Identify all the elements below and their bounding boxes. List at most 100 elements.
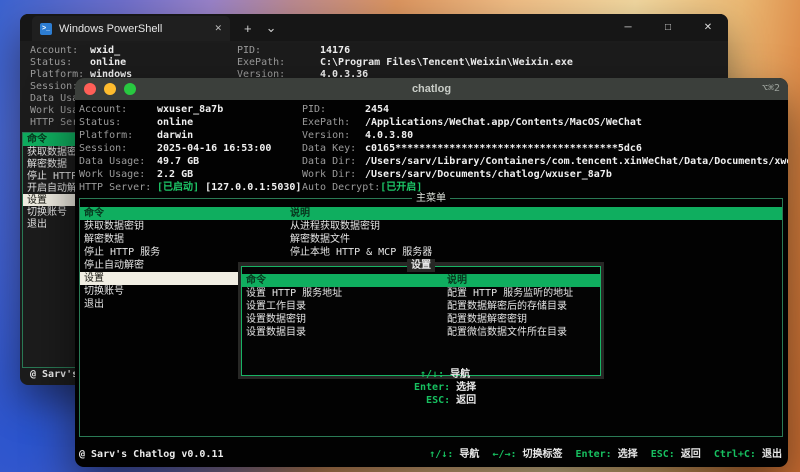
info-label: Data Key: [302,143,357,154]
info-row: Platform: darwin Version: 4.0.3.80 [79,129,788,142]
info-label: ExePath: [302,117,351,128]
keyboard-hints: ↑/↓: 导航 ←/→: 切换标签 Enter: 选择 ESC: 返回 Ctrl… [429,448,782,461]
hint-key: ←/→: [492,448,517,460]
info-label: PID: [302,104,327,115]
info-value: /Users/sarv/Documents/chatlog/wxuser_8a7… [365,169,612,180]
hint-label: 选择 [456,382,477,393]
traffic-lights [84,83,136,95]
close-button[interactable]: ✕ [688,14,728,41]
info-value: 2454 [365,104,390,115]
settings-dialog-title: 设置 [407,259,435,272]
info-value: darwin [157,130,194,141]
hint-key: ESC: [650,448,675,460]
info-label: Data Dir: [302,156,357,167]
info-label: Session: [79,143,128,154]
tab-title: Windows PowerShell [59,22,163,35]
menu-item-cmd: 获取数据密钥 [84,221,144,232]
info-row: Account: wxid_ PID: 14176 [30,44,728,56]
info-value: online [157,117,194,128]
chatlog-titlebar[interactable]: chatlog ⌥⌘2 [75,78,788,100]
dialog-item-desc: 配置数据解密后的存储目录 [447,301,567,312]
menu-item-cmd: 停止 HTTP 服务 [84,247,161,258]
info-label: Status: [30,57,73,68]
tab-shortcut-badge: ⌥⌘2 [761,83,780,94]
windows-terminal-titlebar: >_ Windows PowerShell ✕ + ⌄ ─ □ ✕ [20,14,728,41]
info-label: Work Dir: [302,169,357,180]
dialog-item-desc: 配置 HTTP 服务监听的地址 [447,288,574,299]
minimize-traffic-light[interactable] [104,83,116,95]
maximize-button[interactable]: □ [648,14,688,41]
dialog-item-selected[interactable]: 设置 HTTP 服务地址 配置 HTTP 服务监听的地址 [242,287,600,300]
hint-key: ESC: [426,395,451,406]
window-title: chatlog [411,83,452,95]
info-label: Version: [302,130,351,141]
hint-key: ↑/↓: [429,448,454,460]
info-label: Account: [79,104,128,115]
dialog-keyboard-hints: ↑/↓: 导航 Enter: 选择 ESC: 返回 [242,355,600,406]
info-label: Platform: [79,130,134,141]
info-value: C:\Program Files\Tencent\Weixin\Weixin.e… [320,57,573,68]
dialog-item-cmd: 设置 HTTP 服务地址 [246,288,343,299]
info-label: Data Usage: [79,156,146,167]
menu-header-row: 命令 说明 [80,207,782,220]
info-value: wxuser_8a7b [157,104,224,115]
hint-key: Enter: [414,382,451,393]
hint-key: Enter: [575,448,612,460]
hint-label: 导航 [459,448,480,460]
minimize-button[interactable]: ─ [608,14,648,41]
column-header-desc: 说明 [447,275,467,286]
info-row: Account: wxuser_8a7b PID: 2454 [79,103,788,116]
info-row: Data Usage: 49.7 GB Data Dir: /Users/sarv/… [79,155,788,168]
chatlog-window: chatlog ⌥⌘2 Account: wxuser_8a7b PID: 2454… [75,78,788,467]
settings-dialog: 设置 命令 说明 设置 HTTP 服务地址 配置 HTTP 服务监听的地址 设置… [238,259,604,406]
new-tab-button[interactable]: + [244,21,252,36]
powershell-icon: >_ [40,22,52,35]
hint-label: 返回 [456,395,477,406]
menu-item[interactable]: 获取数据密钥 从进程获取数据密钥 [80,220,782,233]
info-value: 2.2 GB [157,169,194,180]
close-traffic-light[interactable] [84,83,96,95]
app-version-text: @ Sarv's Chatlog v0.0.11 [79,448,224,460]
window-controls: ─ □ ✕ [608,14,728,41]
http-status-badge: [已启动] [157,182,200,193]
tab-close-icon[interactable]: ✕ [214,23,222,34]
dialog-item-cmd: 设置工作目录 [246,301,306,312]
info-label: Account: [30,45,79,56]
dialog-item[interactable]: 设置工作目录 配置数据解密后的存储目录 [242,300,600,313]
main-menu-title: 主菜单 [412,192,450,205]
info-value: wxid_ [90,45,121,56]
chatlog-statusbar: @ Sarv's Chatlog v0.0.11 ↑/↓: 导航 ←/→: 切换… [79,447,782,461]
dialog-item-desc: 配置微信数据文件所在目录 [447,327,567,338]
info-row: Work Usage: 2.2 GB Work Dir: /Users/sarv/D… [79,168,788,181]
info-value: 2025-04-16 16:53:00 [157,143,272,154]
info-value: /Applications/WeChat.app/Contents/MacOS/… [365,117,642,128]
info-value: c0165***********************************… [365,143,642,154]
info-label: Auto Decrypt: [302,182,381,193]
hint-label: 选择 [617,448,638,460]
info-label: Work Usage: [79,169,146,180]
tab-dropdown-icon[interactable]: ⌄ [266,20,277,36]
zoom-traffic-light[interactable] [124,83,136,95]
hint-key: Ctrl+C: [713,448,756,460]
column-header-desc: 说明 [290,208,310,219]
column-header-cmd: 命令 [246,275,266,286]
info-label: ExePath: [237,57,286,68]
info-label: HTTP Server: [79,182,152,193]
dialog-item[interactable]: 设置数据密钥 配置数据解密密钥 [242,313,600,326]
dialog-item-cmd: 设置数据目录 [246,327,306,338]
info-label: PID: [237,45,262,56]
hint-label: 返回 [680,448,701,460]
chatlog-terminal-content: Account: wxuser_8a7b PID: 2454 Status: onli… [75,100,788,467]
info-value: /Users/sarv/Library/Containers/com.tence… [365,156,788,167]
hint-label: 切换标签 [522,448,563,460]
info-label: Status: [79,117,122,128]
info-value: 14176 [320,45,351,56]
menu-item[interactable]: 解密数据 解密数据文件 [80,233,782,246]
http-address: [127.0.0.1:5030] [205,182,302,193]
info-value: 4.0.3.80 [365,130,414,141]
menu-item[interactable]: 停止 HTTP 服务 停止本地 HTTP & MCP 服务器 [80,246,782,259]
dialog-item[interactable]: 设置数据目录 配置微信数据文件所在目录 [242,326,600,339]
tab-windows-powershell[interactable]: >_ Windows PowerShell ✕ [32,16,230,41]
info-row: Session: 2025-04-16 16:53:00 Data Key: c01… [79,142,788,155]
column-header-cmd: 命令 [84,208,104,219]
